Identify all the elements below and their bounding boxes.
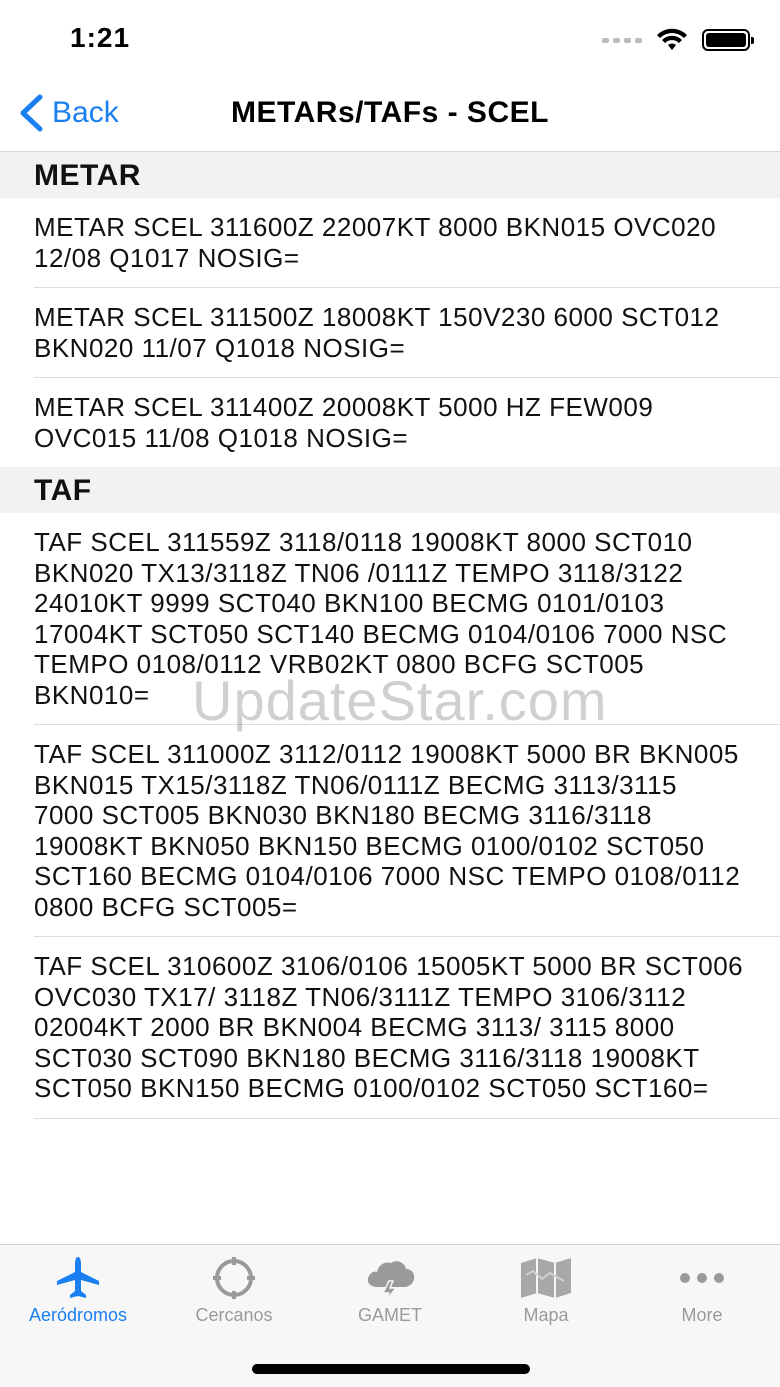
tab-label: More <box>681 1305 723 1325</box>
metar-text: METAR SCEL 311400Z 20008KT 5000 HZ FEW00… <box>34 392 654 453</box>
metar-text: METAR SCEL 311500Z 18008KT 150V230 6000 … <box>34 302 780 378</box>
metar-text: METAR SCEL 311600Z 22007KT 8000 BKN015 O… <box>34 212 780 288</box>
tab-label: Cercanos <box>195 1305 273 1325</box>
cloud-lightning-icon <box>367 1261 415 1301</box>
taf-text: TAF SCEL 311000Z 3112/0112 19008KT 5000 … <box>34 739 780 937</box>
taf-row[interactable]: TAF SCEL 311000Z 3112/0112 19008KT 5000 … <box>0 725 780 937</box>
metar-row[interactable]: METAR SCEL 311400Z 20008KT 5000 HZ FEW00… <box>0 378 780 467</box>
home-indicator <box>252 1364 530 1374</box>
airplane-icon <box>57 1257 99 1298</box>
wifi-icon <box>657 28 687 50</box>
status-time: 1:21 <box>70 22 131 53</box>
tab-mapa[interactable]: Mapa <box>468 1245 624 1345</box>
cellular-signal-icon <box>602 37 642 43</box>
taf-row[interactable]: TAF SCEL 311559Z 3118/0118 19008KT 8000 … <box>0 513 780 725</box>
tab-aerodromos[interactable]: Aeródromos <box>0 1245 156 1345</box>
tab-gamet[interactable]: GAMET <box>312 1245 468 1345</box>
reports-list[interactable]: METAR METAR SCEL 311600Z 22007KT 8000 BK… <box>0 152 780 1119</box>
metar-row[interactable]: METAR SCEL 311500Z 18008KT 150V230 6000 … <box>0 288 780 378</box>
more-icon <box>680 1273 724 1283</box>
battery-icon <box>702 29 754 51</box>
tab-label: Mapa <box>523 1305 569 1325</box>
tab-label: GAMET <box>357 1305 422 1325</box>
status-indicators <box>602 28 754 52</box>
taf-text: TAF SCEL 310600Z 3106/0106 15005KT 5000 … <box>34 951 780 1119</box>
tab-more[interactable]: More <box>624 1245 780 1345</box>
status-bar: 1:21 <box>0 0 780 80</box>
taf-text: TAF SCEL 311559Z 3118/0118 19008KT 8000 … <box>34 527 780 725</box>
crosshair-icon <box>213 1257 255 1299</box>
metar-row[interactable]: METAR SCEL 311600Z 22007KT 8000 BKN015 O… <box>0 198 780 288</box>
navigation-bar: Back METARs/TAFs - SCEL <box>0 80 780 152</box>
tab-cercanos[interactable]: Cercanos <box>156 1245 312 1345</box>
section-header-metar: METAR <box>0 152 780 198</box>
section-header-taf: TAF <box>0 467 780 513</box>
page-title: METARs/TAFs - SCEL <box>231 96 549 129</box>
taf-row[interactable]: TAF SCEL 310600Z 3106/0106 15005KT 5000 … <box>0 937 780 1119</box>
map-icon <box>521 1258 571 1298</box>
tab-label: Aeródromos <box>28 1305 128 1325</box>
